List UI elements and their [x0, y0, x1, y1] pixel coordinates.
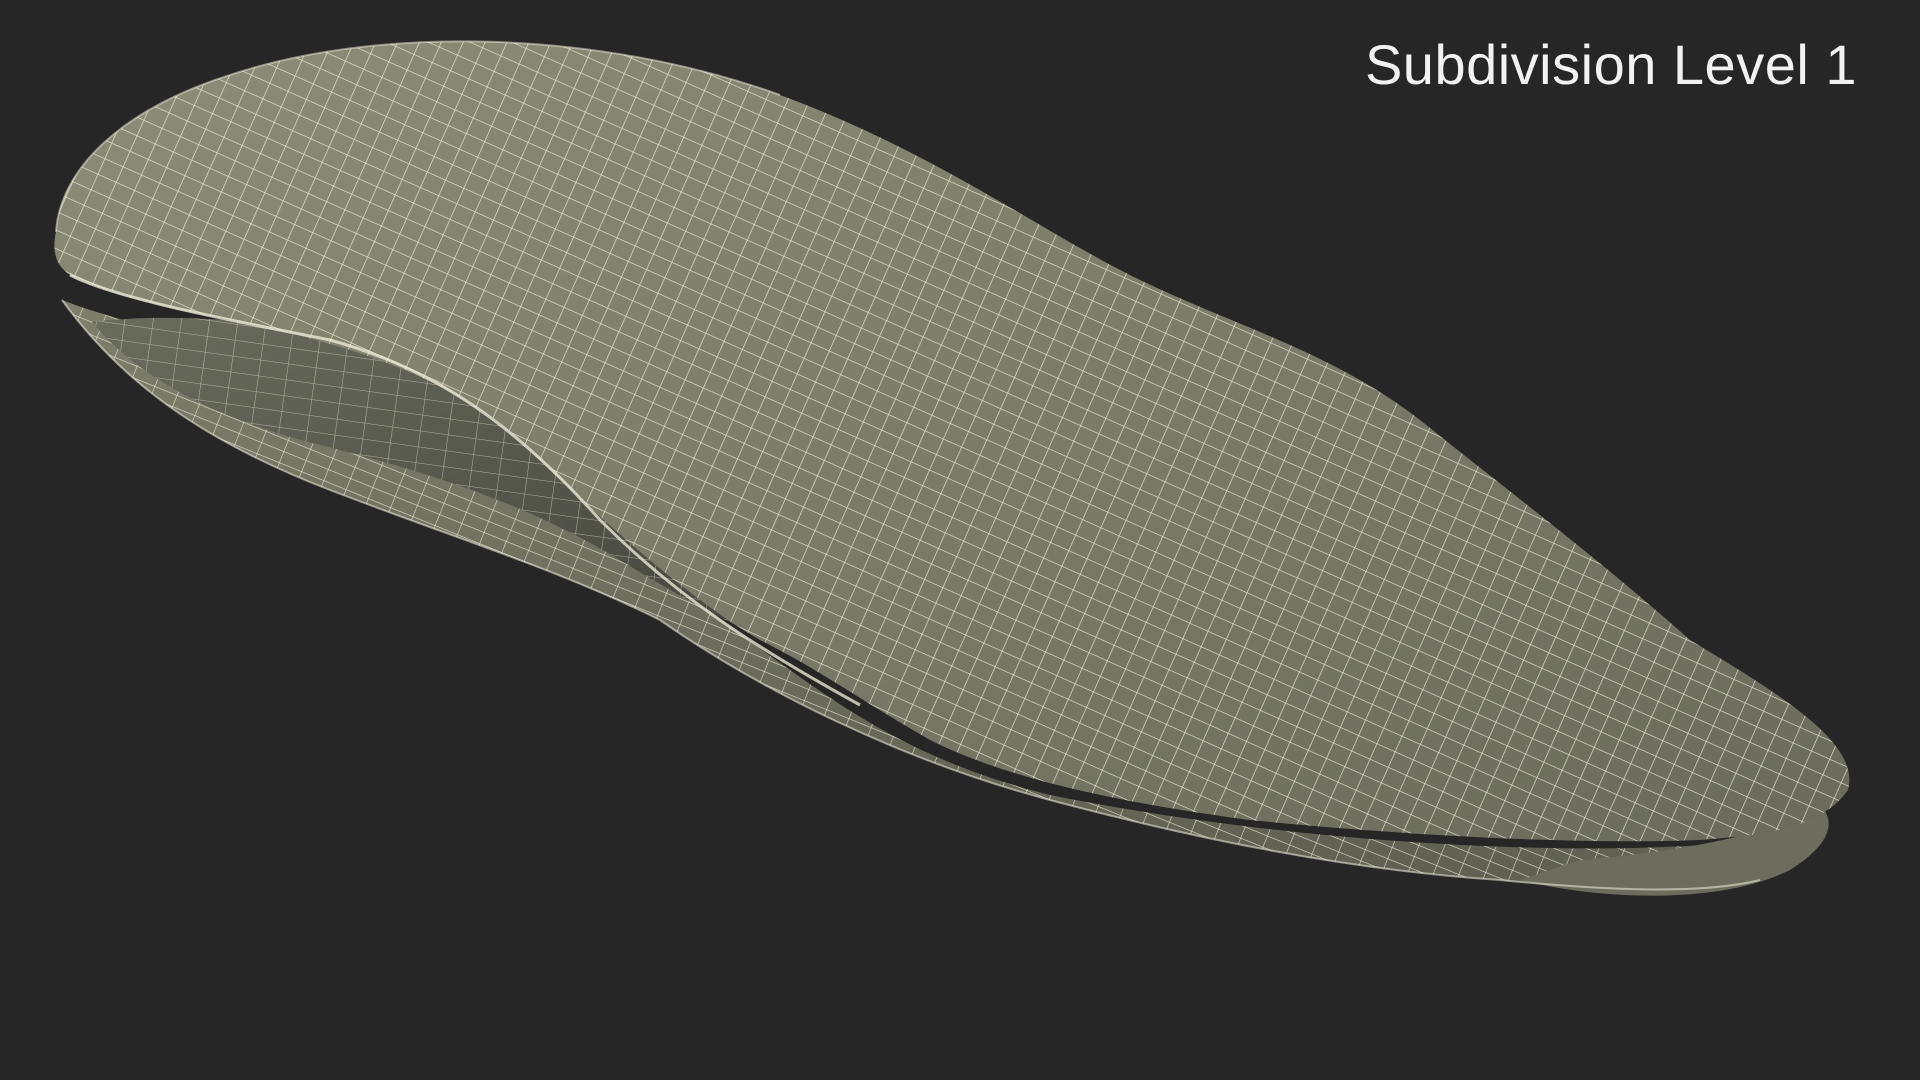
wireframe-mesh-render	[54, 40, 1850, 896]
render-viewport: Subdivision Level 1	[0, 0, 1920, 1080]
subdivision-level-caption: Subdivision Level 1	[1364, 33, 1857, 96]
upper-shell-surface	[54, 40, 1850, 842]
